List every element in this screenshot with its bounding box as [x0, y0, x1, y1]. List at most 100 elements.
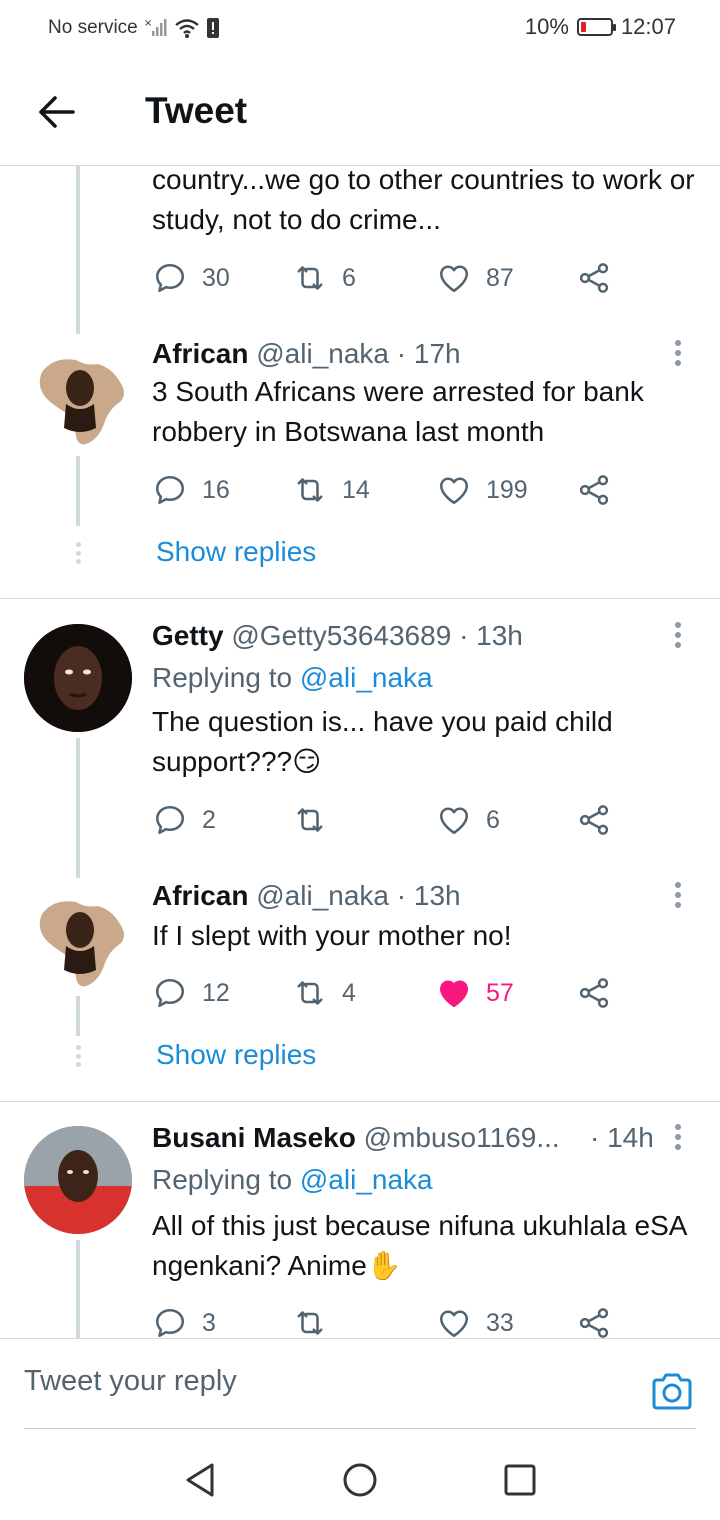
battery-icon — [576, 18, 616, 36]
nav-recents-button[interactable] — [500, 1460, 540, 1500]
tweet-actions: 16 14 199 — [152, 470, 622, 510]
author-handle[interactable]: @mbuso1169... — [364, 1122, 560, 1153]
like-count: 199 — [486, 475, 528, 504]
like-button[interactable]: 87 — [436, 258, 514, 298]
thread-collapse-dots — [73, 542, 83, 564]
share-icon — [579, 805, 609, 835]
avatar-africa-image — [24, 342, 132, 450]
author-name[interactable]: African — [152, 880, 248, 911]
tweet-time: · 13h — [396, 880, 461, 911]
tweet-text: The question is... have you paid child s… — [152, 706, 613, 777]
reply-button[interactable]: 12 — [152, 973, 230, 1013]
like-count: 87 — [486, 263, 514, 292]
like-button[interactable]: 6 — [436, 800, 500, 840]
share-icon — [579, 475, 609, 505]
avatar[interactable] — [24, 884, 132, 992]
arrow-left-icon — [39, 96, 75, 128]
reply-count: 30 — [202, 263, 230, 292]
heart-icon — [439, 1310, 469, 1338]
author-name[interactable]: Busani Maseko — [152, 1122, 356, 1153]
reply-button[interactable]: 3 — [152, 1303, 216, 1338]
reply-icon — [155, 1308, 185, 1338]
tweet-text: country...we go to other countries to wo… — [152, 166, 695, 235]
retweet-button[interactable]: 4 — [292, 973, 356, 1013]
reply-icon — [155, 978, 185, 1008]
tweet-text: All of this just because nifuna ukuhlala… — [152, 1210, 686, 1281]
tweet-text: 3 South Africans were arrested for bank … — [152, 376, 644, 447]
avatar[interactable] — [24, 624, 132, 732]
author-name[interactable]: Getty — [152, 620, 224, 651]
avatar[interactable] — [24, 1126, 132, 1234]
status-bar: No service × 10% 12:07 — [0, 0, 720, 56]
reply-count: 2 — [202, 805, 216, 834]
share-button[interactable] — [576, 470, 612, 510]
share-button[interactable] — [576, 800, 612, 840]
share-icon — [579, 1308, 609, 1338]
reply-input[interactable]: Tweet your reply — [24, 1365, 237, 1398]
divider — [0, 598, 720, 599]
share-button[interactable] — [576, 973, 612, 1013]
reply-composer[interactable]: Tweet your reply — [0, 1338, 720, 1430]
avatar[interactable] — [24, 342, 132, 450]
retweet-button[interactable] — [292, 1303, 342, 1338]
like-count: 57 — [486, 978, 514, 1007]
share-button[interactable] — [576, 258, 612, 298]
thread-line — [76, 166, 80, 334]
wifi-icon — [174, 19, 199, 38]
carrier-label: No service — [48, 17, 138, 38]
share-icon — [579, 978, 609, 1008]
more-options-button[interactable] — [670, 1120, 686, 1154]
nav-home-button[interactable] — [340, 1460, 380, 1500]
retweet-icon — [297, 478, 323, 502]
retweet-button[interactable]: 6 — [292, 258, 356, 298]
reply-count: 12 — [202, 978, 230, 1007]
back-button[interactable] — [34, 90, 78, 134]
triangle-back-icon — [186, 1463, 214, 1497]
circle-home-icon — [343, 1463, 377, 1497]
heart-icon — [439, 807, 469, 835]
mention-link[interactable]: @ali_naka — [300, 1164, 433, 1195]
reply-icon — [155, 475, 185, 505]
status-left: No service × — [48, 16, 220, 40]
share-button[interactable] — [576, 1303, 612, 1338]
thread-line — [76, 996, 80, 1036]
reply-icon — [155, 805, 185, 835]
reply-underline — [24, 1428, 696, 1429]
avatar-woman-image — [24, 624, 132, 732]
author-handle[interactable]: @ali_naka — [256, 338, 389, 369]
thread-collapse-dots — [73, 1045, 83, 1067]
replying-prefix: Replying to — [152, 662, 293, 693]
author-handle[interactable]: @ali_naka — [256, 880, 389, 911]
tweet-actions: 30 6 87 — [152, 258, 622, 298]
like-button[interactable]: 57 — [436, 973, 514, 1013]
tweet-header: Getty @Getty53643689 · 13h — [152, 618, 682, 654]
like-button[interactable]: 33 — [436, 1303, 514, 1338]
like-button[interactable]: 199 — [436, 470, 528, 510]
camera-button[interactable] — [650, 1369, 694, 1413]
tweet-text: If I slept with your mother no! — [152, 920, 512, 951]
mention-link[interactable]: @ali_naka — [300, 662, 433, 693]
reply-button[interactable]: 16 — [152, 470, 230, 510]
retweet-button[interactable]: 14 — [292, 470, 370, 510]
clock: 12:07 — [620, 14, 676, 39]
author-handle[interactable]: @Getty53643689 — [231, 620, 451, 651]
retweet-count: 14 — [342, 475, 370, 504]
thread-line — [76, 1240, 80, 1338]
alert-icon — [206, 18, 219, 38]
retweet-button[interactable] — [292, 800, 342, 840]
avatar-africa-image — [24, 884, 132, 992]
nav-back-button[interactable] — [180, 1460, 220, 1500]
more-options-button[interactable] — [670, 618, 686, 652]
page-title: Tweet — [145, 90, 248, 131]
more-options-button[interactable] — [670, 336, 686, 370]
reply-button[interactable]: 30 — [152, 258, 230, 298]
show-replies-link[interactable]: Show replies — [156, 534, 316, 570]
show-replies-link[interactable]: Show replies — [156, 1037, 316, 1073]
tweet-feed[interactable]: country...we go to other countries to wo… — [0, 166, 720, 1338]
tweet-header: Busani Maseko @mbuso1169... — [152, 1120, 572, 1156]
author-name[interactable]: African — [152, 338, 248, 369]
reply-button[interactable]: 2 — [152, 800, 216, 840]
retweet-count: 6 — [342, 263, 356, 292]
svg-text:×: × — [144, 18, 152, 29]
more-options-button[interactable] — [670, 878, 686, 912]
